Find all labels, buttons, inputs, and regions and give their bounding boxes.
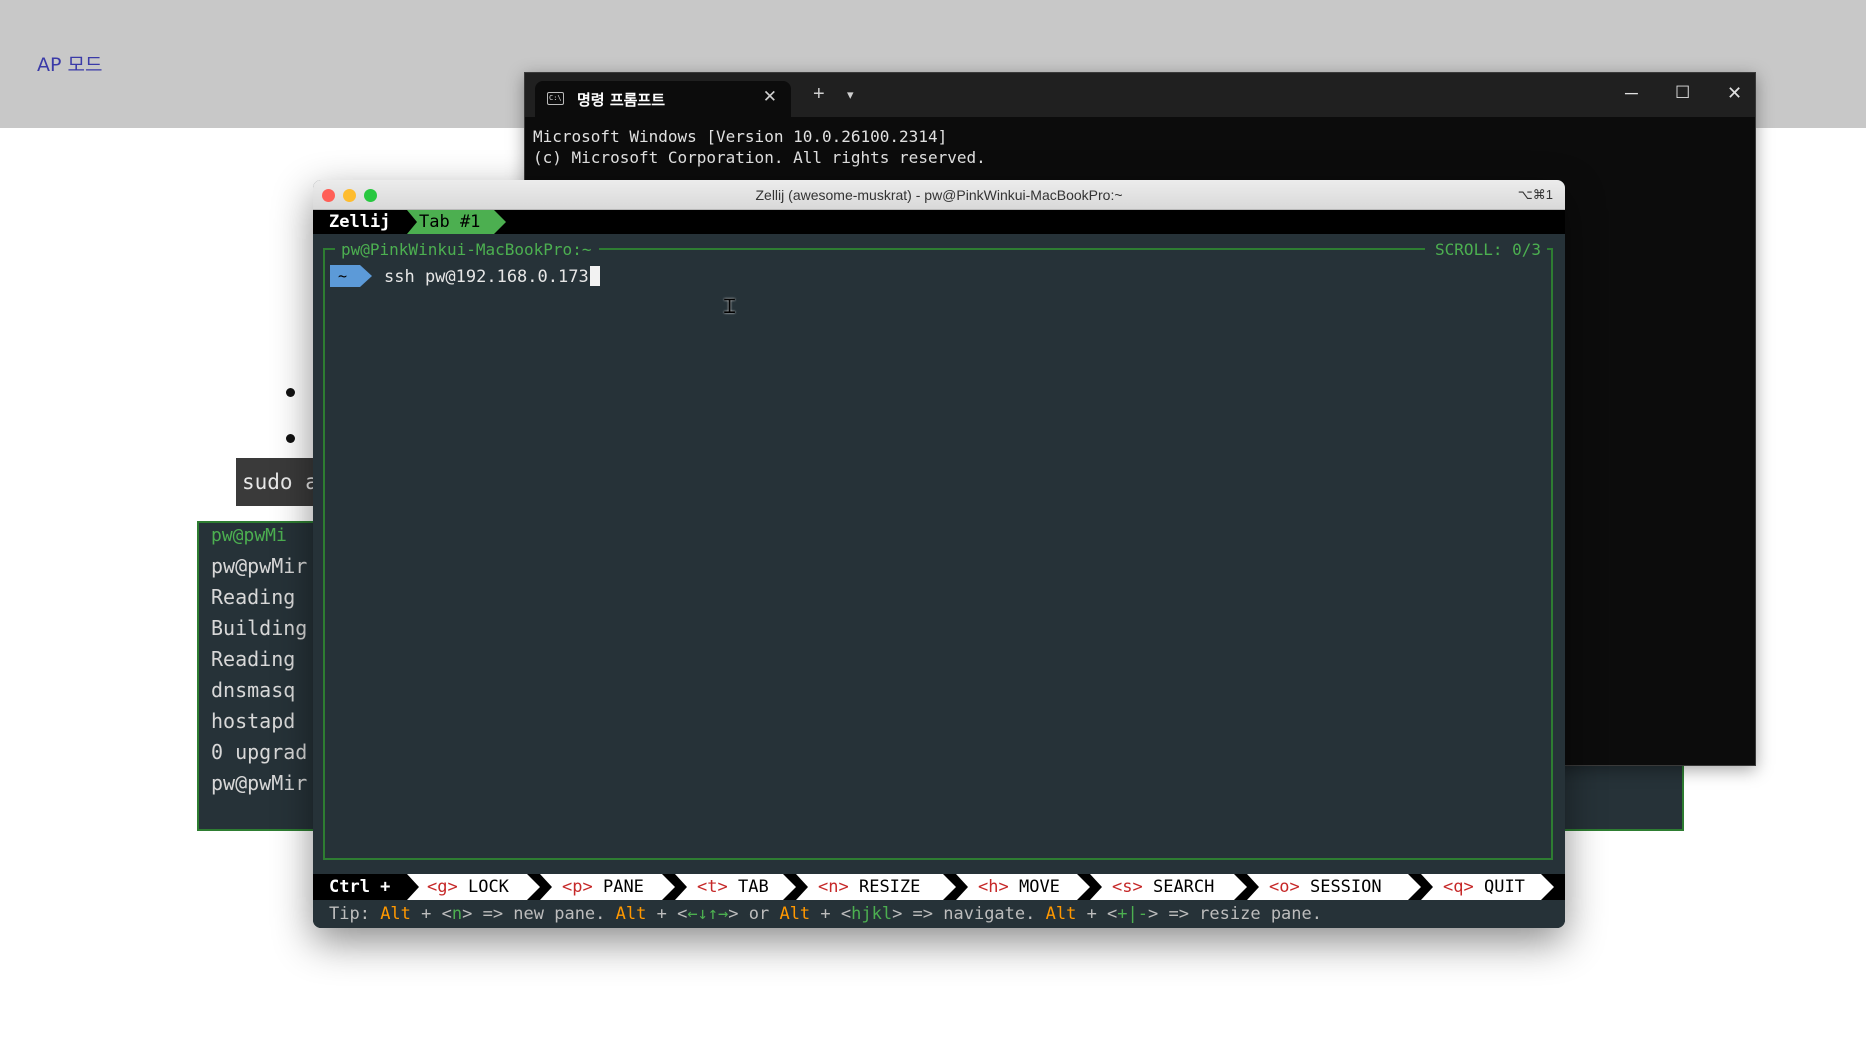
close-window-icon[interactable]: ✕	[1727, 83, 1742, 104]
bg-terminal-line: pw@pwMir	[211, 554, 308, 578]
zellij-titlebar[interactable]: Zellij (awesome-muskrat) - pw@PinkWinkui…	[313, 180, 1565, 210]
pane-title: pw@PinkWinkui-MacBookPro:~	[335, 240, 600, 259]
mode-move[interactable]: <h> MOVE	[956, 874, 1090, 900]
mode-pane[interactable]: <p> PANE	[540, 874, 675, 900]
bg-terminal-line: dnsmasq	[211, 678, 296, 702]
tab-label: Tab #1	[419, 212, 481, 232]
terminal-pane[interactable]	[323, 248, 1553, 860]
prompt-indicator: ~	[330, 265, 372, 287]
minimize-icon[interactable]: ─	[1625, 83, 1638, 104]
bg-terminal-line: 0 upgrad	[211, 740, 308, 764]
mode-search[interactable]: <s> SEARCH	[1090, 874, 1247, 900]
terminal-output-line: Microsoft Windows [Version 10.0.26100.23…	[533, 127, 948, 146]
mode-lock[interactable]: <g> LOCK	[407, 874, 540, 900]
zellij-tab-bar: Zellij Tab #1	[313, 210, 1565, 234]
zellij-window[interactable]: Zellij (awesome-muskrat) - pw@PinkWinkui…	[313, 180, 1565, 928]
code-block: sudo a	[236, 458, 316, 506]
tab-command-prompt[interactable]: C:\ 명령 프롬프트 ✕	[535, 81, 791, 117]
zellij-brand: Zellij	[329, 212, 391, 232]
scroll-indicator: SCROLL: 0/3	[1425, 240, 1547, 259]
bg-terminal-line: Building	[211, 616, 308, 640]
ctrl-modifier-label: Ctrl +	[329, 877, 391, 897]
bg-terminal-line: Reading	[211, 585, 296, 609]
bg-terminal-line: Reading	[211, 647, 296, 671]
ap-mode-label: AP 모드	[37, 54, 103, 76]
window-title: Zellij (awesome-muskrat) - pw@PinkWinkui…	[755, 187, 1123, 203]
tab-1[interactable]: Tab #1	[407, 210, 507, 234]
bg-terminal-title: pw@pwMi	[211, 525, 287, 546]
mode-resize[interactable]: <n> RESIZE	[796, 874, 956, 900]
mode-quit[interactable]: <q> QUIT	[1421, 874, 1554, 900]
bg-terminal-line: hostapd	[211, 709, 296, 733]
terminal-output-line: (c) Microsoft Corporation. All rights re…	[533, 148, 986, 167]
bullet-point	[286, 388, 295, 397]
command-text: ssh pw@192.168.0.173	[384, 267, 589, 287]
window-shortcut: ⌥⌘1	[1517, 187, 1553, 202]
windows-terminal-titlebar[interactable]: C:\ 명령 프롬프트 ✕ + ▾ ─ ☐ ✕	[525, 73, 1755, 117]
maximize-icon[interactable]: ☐	[1675, 83, 1690, 103]
desktop: AP 모드 sudo a pw@pwMi pw@pwMir Reading Bu…	[0, 0, 1866, 1039]
cmd-icon: C:\	[547, 92, 564, 105]
mode-tab[interactable]: <t> TAB	[675, 874, 796, 900]
tip-line: Tip: Alt + <n> => new pane. Alt + <←↓↑→>…	[313, 900, 1565, 928]
bg-terminal-line: pw@pwMir	[211, 771, 308, 795]
zellij-status-bar: Ctrl + <g> LOCK <p> PANE <t> TAB <n> RES…	[313, 874, 1565, 900]
chevron-down-icon[interactable]: ▾	[847, 87, 854, 103]
tab-label: 명령 프롬프트	[577, 91, 666, 109]
mode-session[interactable]: <o> SESSION	[1247, 874, 1421, 900]
close-tab-icon[interactable]: ✕	[763, 87, 777, 107]
command-line[interactable]: ssh pw@192.168.0.173	[384, 266, 600, 287]
ibeam-cursor-icon: Ɪ	[724, 294, 736, 318]
bullet-point	[286, 434, 295, 443]
text-cursor	[589, 266, 600, 286]
new-tab-button[interactable]: +	[813, 83, 825, 106]
